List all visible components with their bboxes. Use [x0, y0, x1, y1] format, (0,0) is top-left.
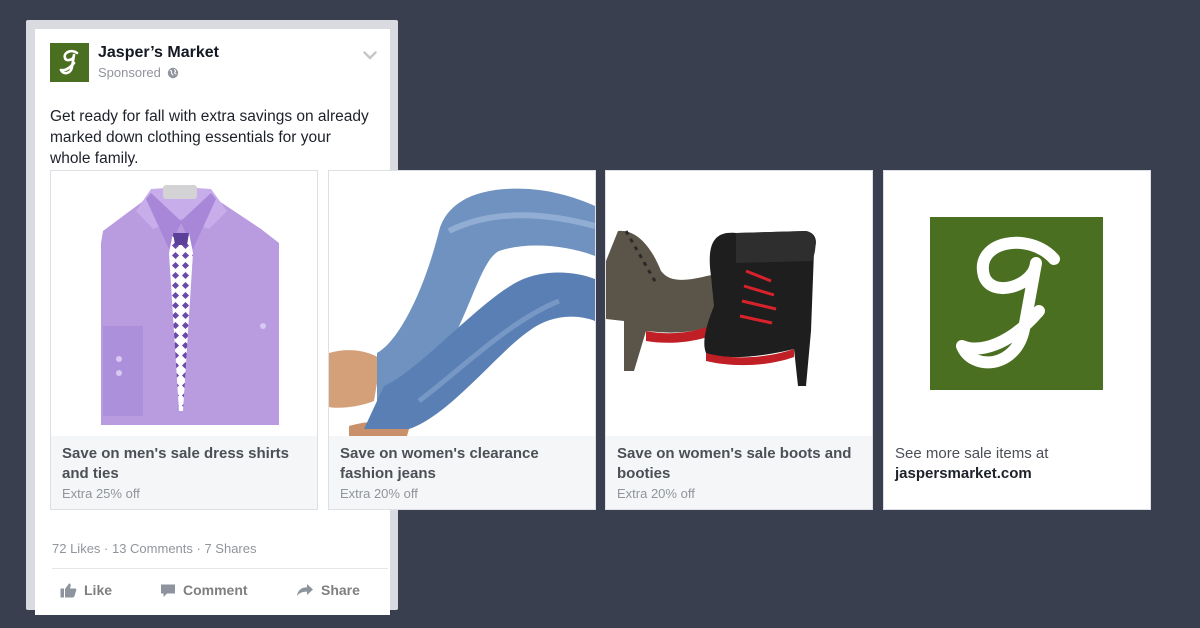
page-name[interactable]: Jasper’s Market: [98, 44, 219, 62]
carousel-card-shirts[interactable]: Save on men's sale dress shirts and ties…: [51, 171, 317, 509]
like-button[interactable]: Like: [60, 582, 112, 598]
card-title: Save on men's sale dress shirts and ties: [62, 445, 290, 482]
post-text: Get ready for fall with extra savings on…: [50, 108, 369, 167]
comment-label: Comment: [183, 582, 248, 598]
comment-button[interactable]: Comment: [160, 582, 248, 598]
dress-shirt-image: [101, 185, 279, 425]
card-image-jeans[interactable]: [329, 171, 595, 436]
see-more-line: See more sale items at: [895, 445, 1049, 462]
card-subtitle: Extra 20% off: [340, 486, 418, 501]
card-footer: Save on women's sale boots and booties E…: [606, 436, 872, 509]
boots-image: [606, 230, 816, 386]
share-button[interactable]: Share: [296, 582, 360, 598]
share-label: Share: [321, 582, 360, 598]
card-footer: See more sale items at jaspersmarket.com: [884, 436, 1150, 509]
card-image-shirt[interactable]: [51, 171, 317, 436]
card-footer: Save on men's sale dress shirts and ties…: [51, 436, 317, 509]
card-footer: Save on women's clearance fashion jeans …: [329, 436, 595, 509]
share-icon: [297, 584, 313, 596]
jeans-image: [329, 188, 595, 436]
card-image-boots[interactable]: [606, 171, 872, 436]
post-header: Jasper’s Market Sponsored: [50, 43, 380, 87]
carousel-card-boots[interactable]: Save on women's sale boots and booties E…: [606, 171, 872, 509]
jaspers-logo-icon: [59, 49, 79, 75]
globe-icon: [167, 67, 178, 79]
card-subtitle: Extra 25% off: [62, 486, 140, 501]
chevron-down-icon[interactable]: [363, 51, 377, 60]
comment-icon: [161, 584, 175, 597]
divider: [52, 568, 388, 569]
card-image-logo[interactable]: [884, 171, 1150, 436]
card-subtitle: Extra 20% off: [617, 486, 695, 501]
like-label: Like: [84, 582, 113, 598]
engagement-stats[interactable]: 72 Likes · 13 Comments · 7 Shares: [52, 541, 256, 556]
sponsored-label: Sponsored: [98, 65, 179, 80]
website-link[interactable]: jaspersmarket.com: [895, 464, 1143, 484]
like-icon: [60, 583, 77, 598]
card-title: Save on women's clearance fashion jeans: [340, 445, 539, 482]
carousel-card-see-more[interactable]: See more sale items at jaspersmarket.com: [884, 171, 1150, 509]
page-avatar[interactable]: [50, 43, 89, 82]
action-bar: Like Comment Share: [26, 576, 398, 608]
jaspers-market-logo-icon: [930, 217, 1103, 390]
card-title: Save on women's sale boots and booties: [617, 445, 852, 482]
carousel-card-jeans[interactable]: Save on women's clearance fashion jeans …: [329, 171, 595, 509]
see-more-text: See more sale items at jaspersmarket.com: [895, 444, 1143, 484]
sponsored-text: Sponsored: [98, 65, 161, 80]
